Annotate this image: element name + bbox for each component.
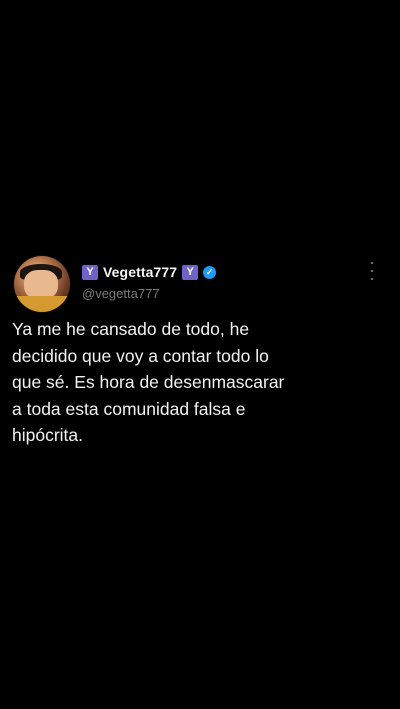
avatar-shirt (14, 296, 70, 312)
tweet-text: Ya me he cansado de todo, he decidido qu… (12, 319, 285, 445)
more-options-dot (371, 278, 373, 280)
profile-avatar[interactable] (14, 256, 70, 312)
more-options-icon[interactable] (366, 262, 378, 280)
y-badge-right-icon: Y (182, 264, 199, 280)
more-options-dot (371, 270, 373, 272)
author-name-row[interactable]: Y Vegetta777 Y ✓ (82, 263, 217, 281)
more-options-dot (371, 262, 373, 264)
verified-badge-icon: ✓ (203, 265, 217, 279)
user-handle[interactable]: @vegetta777 (82, 286, 160, 301)
display-name[interactable]: Vegetta777 (103, 264, 177, 280)
y-badge-left-icon: Y (82, 264, 98, 280)
tweet-card: Y Vegetta777 Y ✓ @vegetta777 Ya me he ca… (0, 0, 400, 709)
